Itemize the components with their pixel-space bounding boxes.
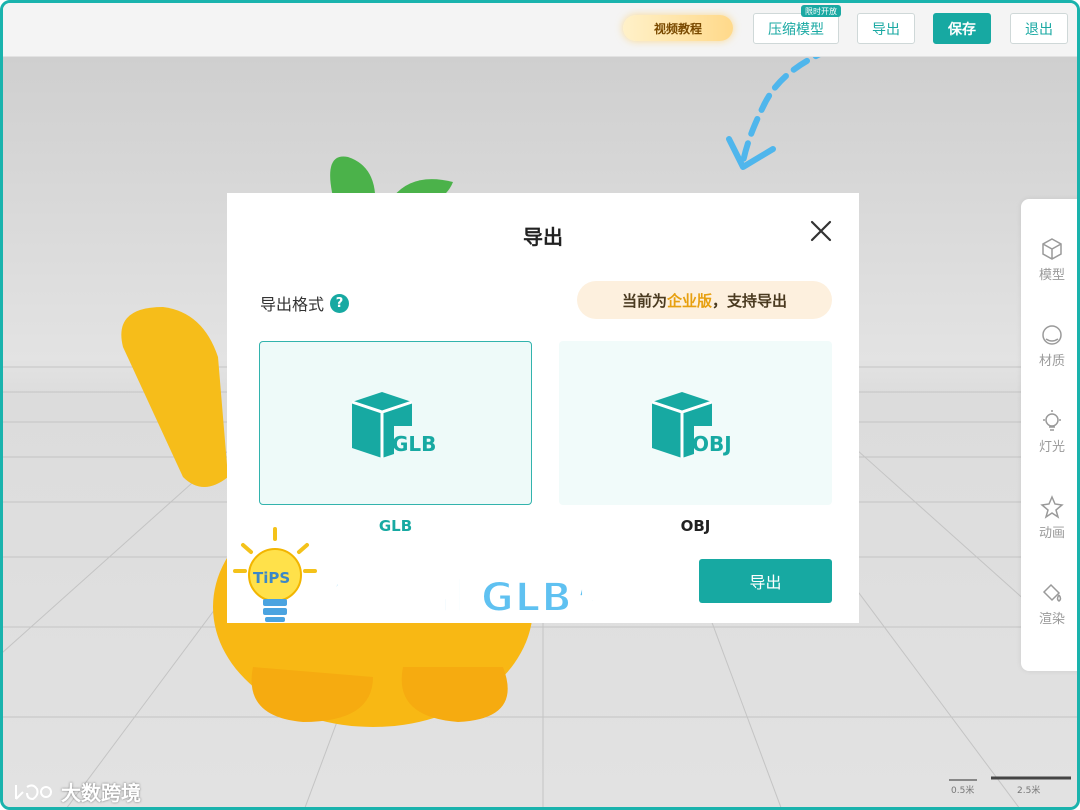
panel-label-model: 模型 bbox=[1038, 268, 1065, 283]
panel-label-material: 材质 bbox=[1038, 354, 1065, 369]
dashed-arrow bbox=[740, 57, 821, 165]
export-toolbar-label: 导出 bbox=[872, 21, 900, 38]
video-tutorial-button[interactable]: 视频教程 bbox=[623, 15, 733, 41]
panel-item-material[interactable]: 材质 bbox=[1021, 323, 1077, 379]
top-toolbar: 视频教程 压缩模型 限时开放 导出 保存 退出 bbox=[3, 3, 1077, 57]
dialog-title: 导出 bbox=[523, 225, 563, 249]
export-dialog: 导出 导出格式 ? 当前为 企业版 ，支持导出 GLB GLB OBJ OBJ … bbox=[227, 193, 859, 623]
glb-cube-badge: GLB bbox=[392, 432, 436, 456]
compress-model-label: 压缩模型 bbox=[768, 21, 824, 38]
panel-label-light: 灯光 bbox=[1038, 440, 1065, 455]
edition-note-badge: 当前为 企业版 ，支持导出 bbox=[577, 281, 832, 319]
format-card-glb[interactable]: GLB bbox=[259, 341, 532, 505]
export-toolbar-button[interactable]: 导出 bbox=[857, 13, 915, 44]
edition-note-suffix: ，支持导出 bbox=[712, 291, 788, 310]
panel-label-render: 渲染 bbox=[1038, 612, 1065, 627]
panel-item-model[interactable]: 模型 bbox=[1021, 237, 1077, 293]
panel-item-light[interactable]: 灯光 bbox=[1021, 409, 1077, 465]
scale-left-label: 0.5米 bbox=[951, 784, 974, 796]
watermark-logo-icon bbox=[15, 783, 53, 800]
glb-cube-icon: GLB bbox=[351, 392, 436, 458]
watermark: 大数跨境 bbox=[13, 777, 141, 806]
export-format-text: 导出格式 bbox=[260, 295, 325, 314]
paint-bucket-icon bbox=[1042, 583, 1062, 602]
save-button[interactable]: 保存 bbox=[933, 13, 991, 44]
save-label: 保存 bbox=[948, 21, 976, 38]
panel-item-render[interactable]: 渲染 bbox=[1021, 581, 1077, 637]
app-frame: 视频教程 压缩模型 限时开放 导出 保存 退出 模型 材质 灯光 动画 渲染 导… bbox=[0, 0, 1080, 810]
exit-label: 退出 bbox=[1025, 21, 1053, 38]
format-card-obj[interactable]: OBJ bbox=[559, 341, 832, 505]
scale-bar-graphic: 0.5米 2.5米 bbox=[949, 776, 1071, 796]
close-icon[interactable] bbox=[809, 219, 833, 243]
scale-bar: 0.5米 2.5米 bbox=[947, 775, 1073, 797]
edition-note-highlight: 企业版 bbox=[666, 291, 712, 310]
cube-icon bbox=[1042, 238, 1062, 260]
obj-cube-icon: OBJ bbox=[651, 392, 732, 458]
light-bulb-icon bbox=[1043, 410, 1061, 431]
export-confirm-label: 导出 bbox=[749, 573, 782, 592]
tips-bulb-label: TiPS bbox=[253, 569, 290, 587]
panel-item-animation[interactable]: 动画 bbox=[1021, 495, 1077, 551]
export-confirm-button[interactable]: 导出 bbox=[699, 559, 832, 603]
export-format-label: 导出格式 ? bbox=[260, 291, 350, 315]
exit-button[interactable]: 退出 bbox=[1010, 13, 1068, 44]
help-icon[interactable]: ? bbox=[330, 293, 350, 313]
limited-time-badge: 限时开放 bbox=[801, 5, 841, 17]
panel-label-animation: 动画 bbox=[1038, 526, 1065, 541]
compress-model-button[interactable]: 压缩模型 bbox=[753, 13, 839, 44]
tips-caption: 首选导出GLB格式 bbox=[316, 574, 655, 622]
material-sphere-icon bbox=[1042, 325, 1062, 345]
watermark-text: 大数跨境 bbox=[61, 781, 141, 805]
edition-note-prefix: 当前为 bbox=[621, 291, 667, 310]
animation-icon bbox=[1040, 495, 1064, 519]
arrow-head bbox=[726, 136, 776, 170]
scale-right-label: 2.5米 bbox=[1017, 784, 1040, 796]
right-tool-panel: 模型 材质 灯光 动画 渲染 bbox=[1021, 199, 1077, 671]
tips-bulb-icon: TiPS bbox=[233, 527, 317, 622]
obj-cube-badge: OBJ bbox=[692, 432, 732, 456]
format-label-obj: OBJ bbox=[680, 517, 711, 535]
